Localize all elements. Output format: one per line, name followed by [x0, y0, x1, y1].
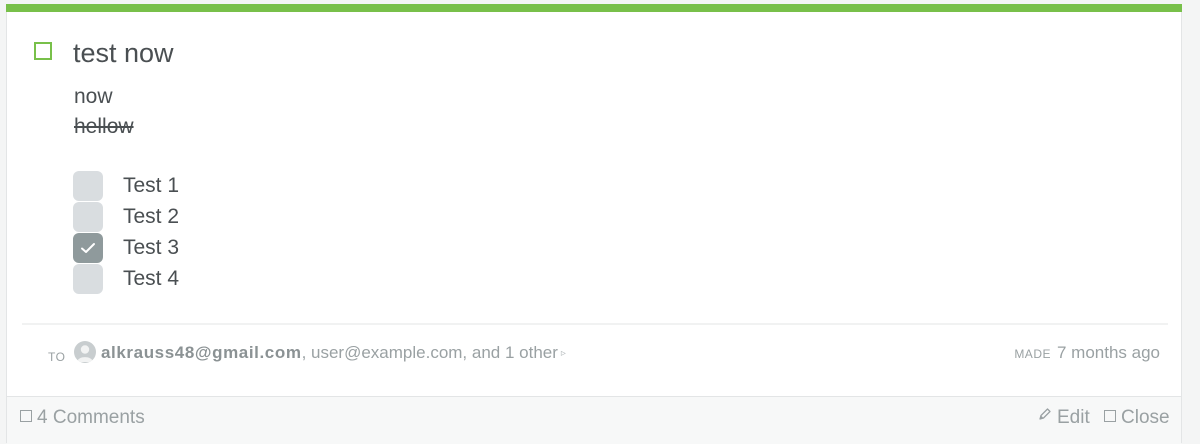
meta-divider	[22, 323, 1168, 325]
task-title: test now	[73, 38, 174, 68]
checklist-item-test-2[interactable]: Test 2	[73, 202, 273, 232]
comments-button[interactable]: 4 Comments	[20, 405, 145, 431]
checklist-label: Test 1	[123, 174, 180, 197]
checklist-checkbox[interactable]	[73, 264, 103, 294]
made-time: 7 months ago	[1056, 343, 1160, 362]
expand-arrow-icon[interactable]: ▹	[561, 348, 566, 359]
made-label: MADE	[1014, 347, 1051, 361]
checklist-item-test-3[interactable]: Test 3	[73, 233, 273, 263]
task-card: test now now hellow Test 1 Test 2 Test 3…	[6, 4, 1182, 444]
edit-button[interactable]: Edit	[1038, 405, 1090, 431]
edit-label: Edit	[1057, 407, 1090, 429]
checklist-label: Test 3	[123, 236, 180, 259]
other-recipients: , user@example.com, and	[301, 343, 505, 362]
task-complete-checkbox[interactable]	[34, 42, 52, 60]
comments-label: 4 Comments	[37, 407, 145, 428]
close-square-icon	[1104, 409, 1116, 422]
task-body-line-struck: hellow	[74, 115, 134, 138]
checklist-checkbox[interactable]	[73, 171, 103, 201]
close-label: Close	[1121, 407, 1170, 428]
task-body-line: now	[74, 85, 113, 108]
primary-recipient[interactable]: alkrauss48@gmail.com	[101, 343, 302, 362]
user-avatar-icon	[74, 341, 96, 363]
pencil-icon	[1038, 403, 1052, 429]
checkmark-icon	[81, 243, 95, 253]
checklist-item-test-4[interactable]: Test 4	[73, 264, 273, 294]
task-footer: 4 Comments Edit Close	[7, 396, 1181, 444]
recipients: alkrauss48@gmail.com, user@example.com, …	[101, 342, 566, 365]
checklist-label: Test 2	[123, 205, 180, 228]
made-info: MADE 7 months ago	[1014, 342, 1160, 365]
close-button[interactable]: Close	[1104, 405, 1170, 431]
checklist-checkbox-checked[interactable]	[73, 233, 103, 263]
checklist-checkbox[interactable]	[73, 202, 103, 232]
task-accent-bar	[6, 4, 1182, 12]
checklist-item-test-1[interactable]: Test 1	[73, 171, 273, 201]
to-label: TO	[48, 350, 66, 364]
comment-icon	[20, 409, 32, 422]
checklist-label: Test 4	[123, 267, 180, 290]
more-recipients-link[interactable]: 1 other	[505, 343, 558, 362]
